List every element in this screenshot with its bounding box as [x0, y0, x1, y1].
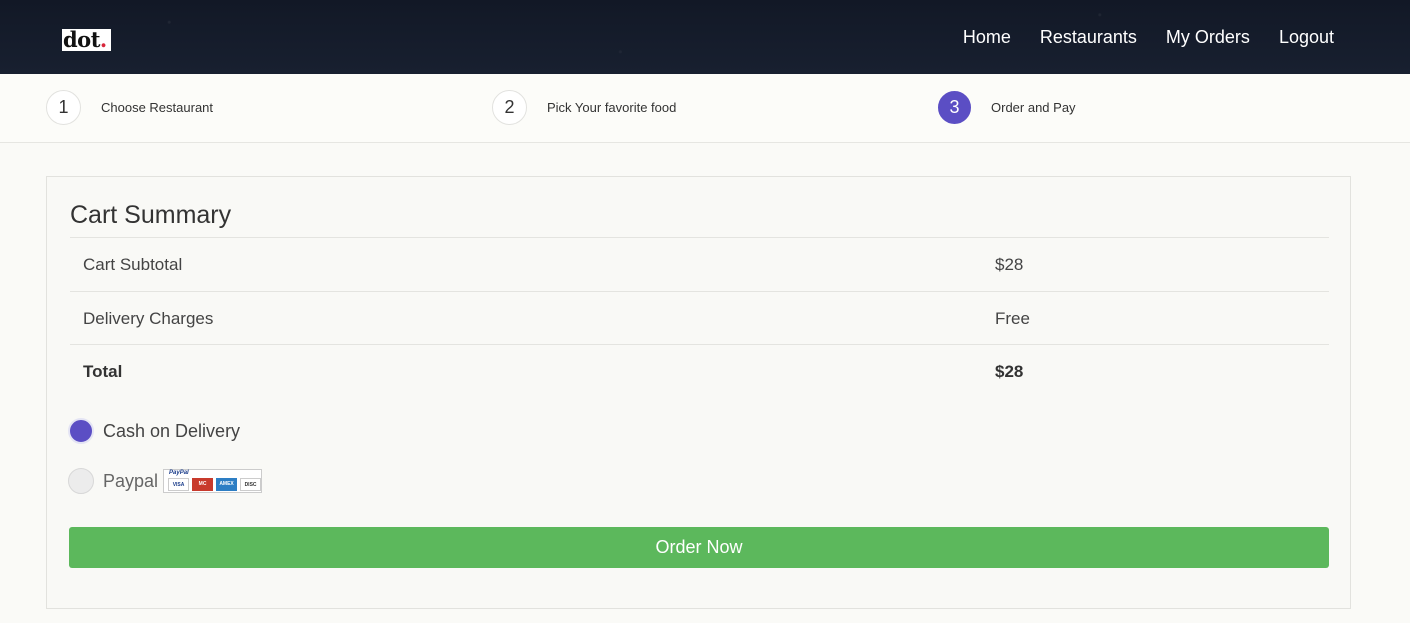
top-navbar: dot. Home Restaurants My Orders Logout [0, 0, 1410, 74]
cart-summary-card: Cart Summary Cart Subtotal $28 Delivery … [46, 176, 1351, 609]
checkout-steps: 1 Choose Restaurant 2 Pick Your favorite… [0, 74, 1410, 143]
main-nav: Home Restaurants My Orders Logout [963, 26, 1334, 48]
step-number: 1 [46, 90, 81, 125]
paypal-logo: PayPal [169, 470, 189, 476]
discover-icon: DISC [240, 478, 262, 491]
nav-home[interactable]: Home [963, 26, 1011, 48]
row-value: $28 [995, 255, 1024, 274]
step-label: Choose Restaurant [101, 100, 214, 115]
site-logo[interactable]: dot. [62, 29, 111, 51]
paypal-cards-image: PayPal VISA MC AMEX DISC [163, 469, 263, 493]
visa-icon: VISA [168, 478, 190, 491]
logo-dot: . [99, 27, 107, 52]
row-label: Delivery Charges [83, 309, 214, 328]
cart-row-total: Total $28 [70, 344, 1329, 398]
paypal-label[interactable]: Paypal [103, 471, 158, 492]
row-label: Total [83, 362, 123, 381]
cod-radio[interactable] [68, 418, 94, 444]
step-order-pay: 3 Order and Pay [938, 91, 1076, 124]
step-pick-food: 2 Pick Your favorite food [492, 90, 676, 125]
nav-my-orders[interactable]: My Orders [1166, 26, 1250, 48]
logo-text: dot [63, 27, 100, 52]
row-value: Free [995, 309, 1030, 328]
payment-option-paypal[interactable]: Paypal PayPal VISA MC AMEX DISC [68, 468, 263, 494]
step-number: 2 [492, 90, 527, 125]
cod-label[interactable]: Cash on Delivery [103, 421, 240, 442]
payment-option-cod[interactable]: Cash on Delivery [68, 418, 240, 444]
nav-logout[interactable]: Logout [1279, 26, 1334, 48]
step-number-active: 3 [938, 91, 971, 124]
row-label: Cart Subtotal [83, 255, 183, 274]
step-label: Order and Pay [991, 100, 1076, 115]
nav-restaurants[interactable]: Restaurants [1040, 26, 1137, 48]
cart-row-delivery: Delivery Charges Free [70, 291, 1329, 345]
paypal-radio[interactable] [68, 468, 94, 494]
cart-summary-title: Cart Summary [70, 201, 232, 229]
step-choose-restaurant: 1 Choose Restaurant [46, 90, 213, 125]
step-label: Pick Your favorite food [547, 100, 677, 115]
cart-row-subtotal: Cart Subtotal $28 [70, 237, 1329, 291]
row-value: $28 [995, 362, 1024, 381]
mastercard-icon: MC [192, 478, 214, 491]
order-now-button[interactable]: Order Now [69, 527, 1329, 568]
amex-icon: AMEX [216, 478, 238, 491]
